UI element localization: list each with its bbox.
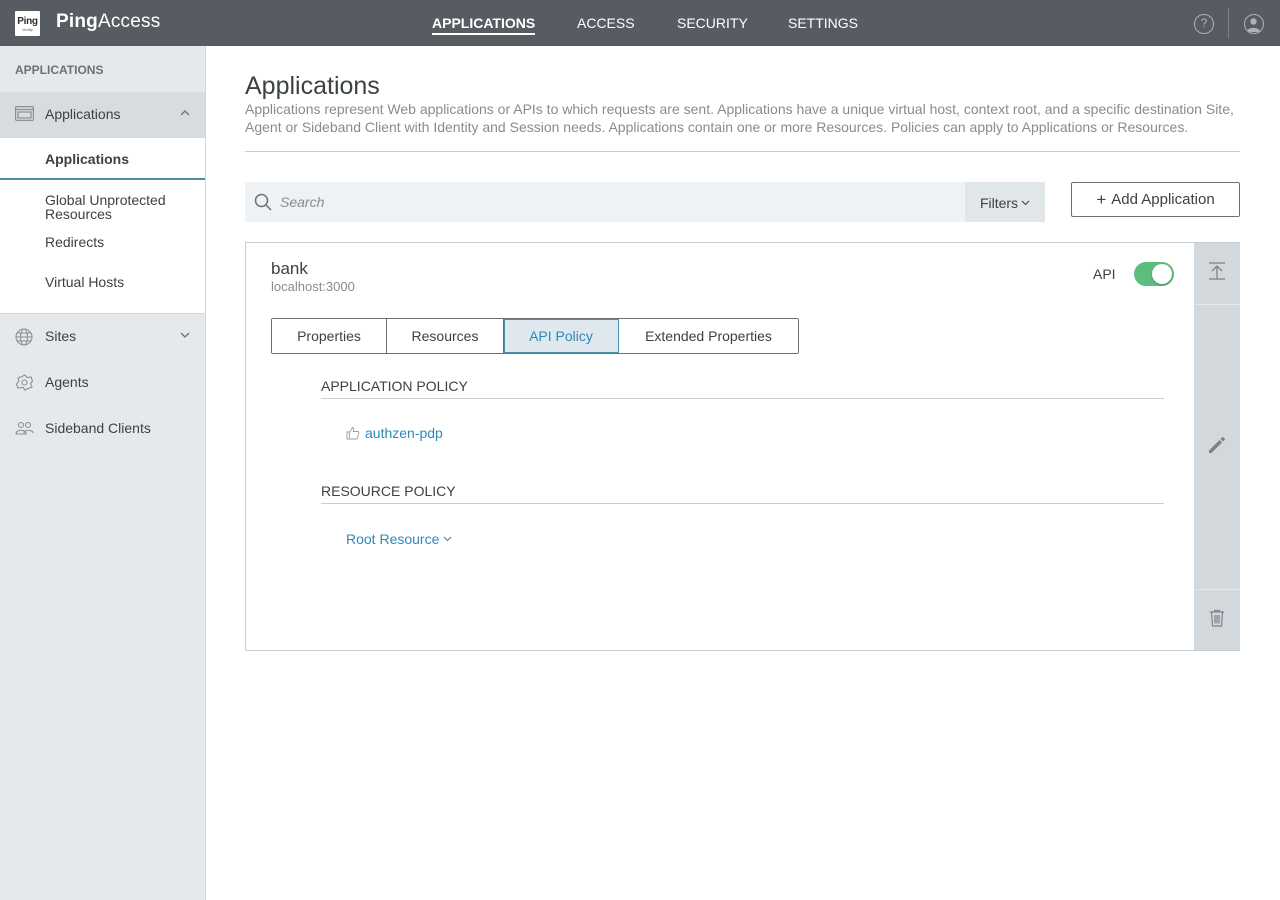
sidebar-item-label: Redirects (45, 234, 105, 250)
policy-rule-name: authzen-pdp (365, 425, 443, 441)
help-icon[interactable]: ? (1194, 14, 1214, 34)
chevron-up-icon (179, 106, 191, 118)
sidebar-group-sites[interactable]: Sites (0, 314, 205, 360)
sidebar-group-label: Agents (45, 374, 89, 390)
sidebar-item-label: Virtual Hosts (45, 274, 125, 290)
search-icon (254, 193, 272, 211)
edit-button[interactable] (1194, 305, 1240, 589)
card-action-column (1194, 243, 1240, 650)
search-box (245, 182, 965, 222)
collapse-button[interactable] (1194, 243, 1240, 304)
root-resource-link[interactable]: Root Resource (346, 530, 452, 547)
add-application-button[interactable]: + Add Application (1071, 182, 1240, 217)
sidebar-group-label: Sideband Clients (45, 420, 151, 436)
sideband-icon (15, 420, 34, 437)
sidebar-group-label: Applications (45, 106, 121, 122)
plus-icon: + (1096, 189, 1107, 209)
user-icon[interactable] (1244, 14, 1264, 34)
thumbs-up-icon (346, 426, 360, 440)
filters-button[interactable]: Filters (965, 182, 1045, 222)
page-description: Applications represent Web applications … (245, 101, 1234, 135)
tab-api-policy[interactable]: API Policy (504, 319, 619, 353)
nav-settings[interactable]: SETTINGS (788, 15, 858, 31)
add-application-label: Add Application (1111, 190, 1215, 208)
chevron-down-icon (179, 328, 191, 340)
filters-label: Filters (979, 194, 1019, 211)
top-divider (1228, 8, 1229, 38)
pencil-icon (1207, 435, 1227, 460)
applications-icon (15, 106, 34, 123)
root-resource-label: Root Resource (346, 531, 440, 547)
tab-resources[interactable]: Resources (387, 319, 504, 353)
application-card: bank localhost:3000 API Properties Resou… (245, 242, 1240, 651)
collapse-up-icon (1207, 261, 1227, 286)
nav-applications[interactable]: APPLICATIONS (432, 15, 536, 35)
tab-extended-properties[interactable]: Extended Properties (619, 319, 798, 353)
api-label: API (1093, 266, 1116, 282)
search-input[interactable] (280, 182, 960, 222)
title-divider (245, 151, 1240, 152)
application-policy-divider (321, 398, 1164, 399)
application-policy-heading: APPLICATION POLICY (321, 378, 468, 394)
resource-policy-heading: RESOURCE POLICY (321, 483, 456, 499)
globe-icon (15, 328, 34, 346)
chevron-down-icon (443, 530, 452, 542)
sidebar-item-label: Applications (45, 151, 130, 167)
sidebar-item-redirects[interactable]: Redirects (0, 221, 205, 261)
sidebar-group-label: Sites (45, 328, 77, 344)
sidebar-item-applications[interactable]: Applications (0, 138, 205, 180)
application-tabs: Properties Resources API Policy Extended… (271, 318, 799, 354)
sidebar: APPLICATIONS Applications Applications G… (0, 46, 206, 900)
resource-policy-divider (321, 503, 1164, 504)
toggle-knob (1152, 264, 1172, 284)
sidebar-item-virtual-hosts[interactable]: Virtual Hosts (0, 261, 205, 314)
tab-properties[interactable]: Properties (272, 319, 387, 353)
sidebar-item-label: Global Unprotected Resources (45, 192, 166, 222)
delete-button[interactable] (1194, 590, 1240, 650)
application-host: localhost:3000 (271, 279, 355, 294)
sidebar-group-agents[interactable]: Agents (0, 360, 205, 406)
top-navigation-bar: Ping Identity PingAccess APPLICATIONS AC… (0, 0, 1280, 46)
nav-access[interactable]: ACCESS (577, 15, 635, 31)
agents-icon (15, 374, 34, 391)
sidebar-heading: APPLICATIONS (15, 63, 104, 77)
application-name: bank (271, 259, 308, 278)
chevron-down-icon (1021, 194, 1030, 205)
trash-icon (1207, 608, 1227, 633)
main-nav: APPLICATIONS ACCESS SECURITY SETTINGS (0, 0, 1280, 46)
sidebar-group-sideband-clients[interactable]: Sideband Clients (0, 406, 205, 452)
api-toggle[interactable] (1134, 262, 1174, 286)
page-title: Applications (245, 72, 380, 100)
sidebar-item-global-unprotected-resources[interactable]: Global Unprotected Resources (0, 180, 205, 221)
nav-security[interactable]: SECURITY (677, 15, 748, 31)
policy-rule-link[interactable]: authzen-pdp (346, 425, 443, 441)
sidebar-group-applications[interactable]: Applications (0, 92, 205, 138)
